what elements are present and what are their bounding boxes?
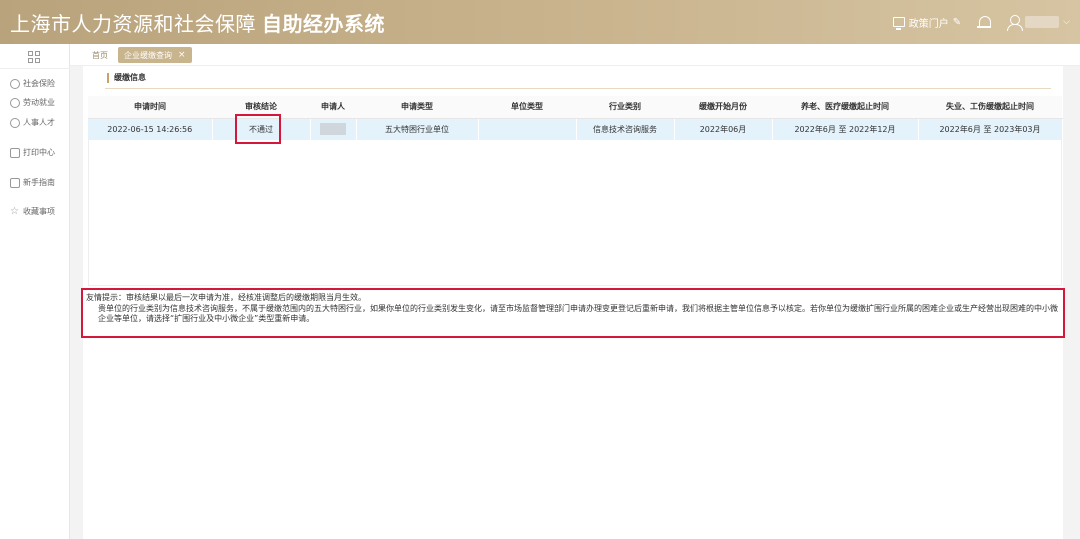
tab-label: 企业缓缴查询: [124, 50, 172, 60]
sidebar-item-label: 新手指南: [23, 178, 55, 187]
column-header: 申请类型: [356, 96, 478, 119]
close-icon[interactable]: ×: [178, 50, 186, 60]
app-title-sub: 自助经办系统: [262, 11, 385, 36]
sidebar-divider: [0, 68, 70, 69]
sidebar-item-favorites[interactable]: ☆ 收藏事项: [10, 206, 55, 217]
app-title-main: 上海市人力资源和社会保障: [10, 11, 256, 36]
cell-apply-type: 五大特困行业单位: [356, 118, 479, 140]
grid-icon[interactable]: [28, 51, 40, 63]
sidebar-item-label: 人事人才: [23, 118, 55, 127]
main-content: 缓缴信息 申请时间 审核结论 申请人 申请类型 单位类型 行业类别 缓缴开始月份…: [81, 66, 1065, 539]
user-icon: [1007, 14, 1024, 31]
table-empty-area: [88, 140, 1062, 286]
star-icon: ☆: [10, 205, 19, 217]
guide-icon: [10, 177, 20, 188]
status-highlight-box: [235, 114, 281, 144]
applicant-redacted: [320, 123, 346, 136]
sidebar-item-label: 收藏事项: [23, 207, 55, 216]
section-title: 缓缴信息: [107, 73, 146, 83]
edit-icon: ✎: [952, 16, 962, 28]
tab-bar: 首页 企业缓缴查询 ×: [70, 44, 1080, 66]
header-actions: 政策门户 ✎ ⌵: [892, 0, 1070, 44]
cell-unemployment-injury-period: 2022年6月 至 2023年03月: [918, 118, 1063, 140]
cell-applicant: [310, 118, 357, 140]
cell-apply-time: 2022-06-15 14:26:56: [88, 118, 213, 140]
sidebar-item-personnel[interactable]: 人事人才: [10, 117, 55, 128]
column-header: 单位类型: [478, 96, 576, 119]
sidebar-item-label: 打印中心: [23, 148, 55, 157]
cell-industry: 信息技术咨询服务: [576, 118, 675, 140]
monitor-icon: [892, 17, 905, 30]
sidebar-item-label: 社会保险: [23, 79, 55, 88]
cell-pension-medical-period: 2022年6月 至 2022年12月: [772, 118, 919, 140]
column-header: 失业、工伤缓缴起止时间: [918, 96, 1062, 119]
user-menu[interactable]: ⌵: [1007, 14, 1070, 31]
sidebar-item-guide[interactable]: 新手指南: [10, 177, 55, 188]
portal-link[interactable]: 政策门户 ✎: [892, 15, 962, 30]
column-header: 行业类别: [576, 96, 674, 119]
sidebar-item-label: 劳动就业: [23, 98, 55, 107]
app-header: 上海市人力资源和社会保障 自助经办系统 政策门户 ✎ ⌵: [0, 0, 1080, 44]
sidebar-item-social-insurance[interactable]: 社会保险: [10, 78, 55, 89]
employment-icon: [10, 97, 20, 108]
cell-unit-type: [478, 118, 577, 140]
tip-highlight-box: [81, 288, 1065, 338]
sidebar: 社会保险 劳动就业 人事人才 打印中心 新手指南 ☆ 收藏事项: [0, 44, 70, 539]
column-header: 养老、医疗缓缴起止时间: [772, 96, 918, 119]
column-header: 申请人: [310, 96, 356, 119]
sidebar-item-print-center[interactable]: 打印中心: [10, 147, 55, 158]
bell-icon[interactable]: [977, 15, 992, 29]
cell-start-month: 2022年06月: [674, 118, 773, 140]
app-title: 上海市人力资源和社会保障 自助经办系统: [10, 8, 385, 37]
tab-enterprise-deferral-query[interactable]: 企业缓缴查询 ×: [118, 47, 192, 63]
column-header: 申请时间: [88, 96, 212, 119]
sidebar-item-employment[interactable]: 劳动就业: [10, 97, 55, 108]
printer-icon: [10, 147, 20, 158]
user-name: [1025, 16, 1060, 28]
chevron-down-icon: ⌵: [1063, 17, 1070, 27]
section-divider: [105, 88, 1051, 89]
column-header: 缓缴开始月份: [674, 96, 772, 119]
tab-home[interactable]: 首页: [92, 50, 108, 61]
social-insurance-icon: [10, 78, 20, 89]
personnel-icon: [10, 117, 20, 128]
portal-label: 政策门户: [908, 18, 949, 30]
